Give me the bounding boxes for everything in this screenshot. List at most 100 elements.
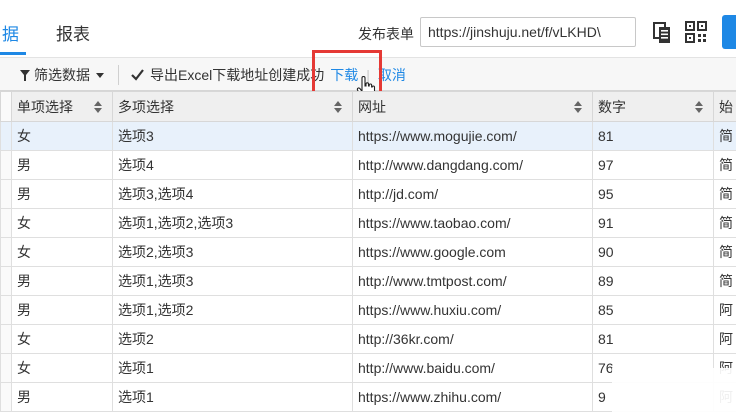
- table-cell[interactable]: 简: [713, 208, 736, 238]
- row-gutter[interactable]: [0, 266, 12, 296]
- column-header-label: 数字: [598, 98, 626, 115]
- row-gutter[interactable]: [0, 382, 12, 412]
- export-message: 导出Excel下载地址创建成功: [150, 67, 325, 83]
- table-row[interactable]: 男选项4 http://www.dangdang.com/97 简: [0, 150, 736, 180]
- table-cell[interactable]: 简: [713, 121, 736, 151]
- tab-data[interactable]: 据: [2, 20, 19, 45]
- table-cell[interactable]: 89: [592, 266, 714, 296]
- table-cell[interactable]: 女: [11, 237, 113, 267]
- publish-form-label: 发布表单: [358, 26, 414, 42]
- filter-icon: [20, 69, 30, 81]
- primary-action-button-edge[interactable]: [722, 15, 736, 49]
- table-cell[interactable]: 女: [11, 353, 113, 383]
- table-cell[interactable]: http://www.tmtpost.com/: [352, 266, 593, 296]
- table-cell[interactable]: 简: [713, 237, 736, 267]
- row-gutter[interactable]: [0, 324, 12, 354]
- row-gutter[interactable]: [0, 179, 12, 209]
- table-cell[interactable]: 选项2: [112, 324, 353, 354]
- table-cell[interactable]: 81: [592, 121, 714, 151]
- table-cell[interactable]: https://www.zhihu.com/: [352, 382, 593, 412]
- table-row[interactable]: 女选项2,选项3 https://www.google.com 90 简: [0, 237, 736, 267]
- column-header-single-choice[interactable]: 单项选择: [11, 91, 113, 122]
- table-cell[interactable]: 男: [11, 382, 113, 412]
- column-header-label: 多项选择: [118, 98, 174, 115]
- tab-reports[interactable]: 报表: [56, 20, 90, 45]
- row-gutter[interactable]: [0, 121, 12, 151]
- table-cell[interactable]: 简: [713, 150, 736, 180]
- sort-icon[interactable]: [695, 101, 703, 113]
- row-gutter-header: [0, 91, 12, 122]
- column-header-multi-choice[interactable]: 多项选择: [112, 91, 353, 122]
- table-cell[interactable]: 选项1,选项2: [112, 295, 353, 325]
- table-row[interactable]: 女选项2 http://36kr.com/81 阿: [0, 324, 736, 354]
- toolbar-divider: [118, 65, 119, 85]
- active-tab-indicator: [0, 52, 26, 55]
- table-cell[interactable]: 男: [11, 295, 113, 325]
- table-cell[interactable]: 85: [592, 295, 714, 325]
- column-header-label: 始: [719, 98, 733, 115]
- data-table: 单项选择 多项选择 网址 数字 始 女 选项3 https://www.mogu…: [0, 91, 736, 412]
- table-row[interactable]: 女选项1,选项2,选项3 https://www.taobao.com/91 简: [0, 208, 736, 238]
- sort-icon[interactable]: [334, 101, 342, 113]
- table-cell[interactable]: 男: [11, 266, 113, 296]
- filter-data-label: 筛选数据: [34, 67, 90, 83]
- table-cell[interactable]: http://www.baidu.com/: [352, 353, 593, 383]
- table-row[interactable]: 男选项1,选项3 http://www.tmtpost.com/89 简: [0, 266, 736, 296]
- table-cell[interactable]: 选项1,选项3: [112, 266, 353, 296]
- row-gutter[interactable]: [0, 295, 12, 325]
- table-cell[interactable]: https://www.huxiu.com/: [352, 295, 593, 325]
- table-cell[interactable]: 女: [11, 208, 113, 238]
- table-cell[interactable]: 阿: [713, 324, 736, 354]
- table-cell[interactable]: 男: [11, 179, 113, 209]
- watermark-cover: [612, 368, 736, 412]
- table-cell[interactable]: http://www.dangdang.com/: [352, 150, 593, 180]
- table-cell[interactable]: 选项4: [112, 150, 353, 180]
- table-cell[interactable]: 90: [592, 237, 714, 267]
- publish-url-field[interactable]: https://jinshuju.net/f/vLKHD\: [420, 17, 636, 47]
- table-row[interactable]: 男选项3,选项4 http://jd.com/95 简: [0, 179, 736, 209]
- check-icon: [131, 69, 144, 81]
- table-cell[interactable]: 选项1: [112, 353, 353, 383]
- table-cell[interactable]: 阿: [713, 295, 736, 325]
- table-cell[interactable]: 选项3,选项4: [112, 179, 353, 209]
- copy-icon[interactable]: [653, 22, 671, 44]
- table-cell[interactable]: 97: [592, 150, 714, 180]
- row-gutter[interactable]: [0, 208, 12, 238]
- table-cell[interactable]: http://36kr.com/: [352, 324, 593, 354]
- sort-icon[interactable]: [94, 101, 102, 113]
- data-table-container: 单项选择 多项选择 网址 数字 始 女 选项3 https://www.mogu…: [0, 91, 736, 412]
- row-gutter[interactable]: [0, 237, 12, 267]
- table-cell[interactable]: https://www.google.com: [352, 237, 593, 267]
- top-bar: 据 报表 发布表单 https://jinshuju.net/f/vLKHD\: [0, 0, 736, 57]
- column-header-url[interactable]: 网址: [352, 91, 593, 122]
- table-cell[interactable]: 简: [713, 266, 736, 296]
- table-cell[interactable]: 91: [592, 208, 714, 238]
- table-cell[interactable]: http://jd.com/: [352, 179, 593, 209]
- sort-icon[interactable]: [574, 101, 582, 113]
- table-cell[interactable]: https://www.mogujie.com/: [352, 121, 593, 151]
- table-cell[interactable]: 95: [592, 179, 714, 209]
- column-header-label: 网址: [358, 98, 386, 115]
- table-cell[interactable]: https://www.taobao.com/: [352, 208, 593, 238]
- table-cell[interactable]: 女: [11, 121, 113, 151]
- column-header-number[interactable]: 数字: [592, 91, 714, 122]
- table-cell[interactable]: 女: [11, 324, 113, 354]
- column-header-label: 单项选择: [17, 98, 73, 115]
- cancel-link[interactable]: 取消: [378, 65, 406, 85]
- qr-code-icon[interactable]: [685, 21, 707, 43]
- table-cell[interactable]: 选项1,选项2,选项3: [112, 208, 353, 238]
- table-cell[interactable]: 选项1: [112, 382, 353, 412]
- table-cell[interactable]: 81: [592, 324, 714, 354]
- table-cell[interactable]: 选项3: [112, 121, 353, 151]
- table-row[interactable]: 男选项1,选项2 https://www.huxiu.com/85 阿: [0, 295, 736, 325]
- column-header-truncated[interactable]: 始: [713, 91, 736, 122]
- filter-data-button[interactable]: 筛选数据: [20, 65, 104, 85]
- chevron-down-icon: [96, 72, 104, 78]
- row-gutter[interactable]: [0, 353, 12, 383]
- table-cell[interactable]: 选项2,选项3: [112, 237, 353, 267]
- table-row[interactable]: 女选项3 https://www.mogujie.com/81 简: [0, 121, 736, 151]
- table-cell[interactable]: 男: [11, 150, 113, 180]
- table-header-row: 单项选择 多项选择 网址 数字 始: [0, 91, 736, 122]
- table-cell[interactable]: 简: [713, 179, 736, 209]
- row-gutter[interactable]: [0, 150, 12, 180]
